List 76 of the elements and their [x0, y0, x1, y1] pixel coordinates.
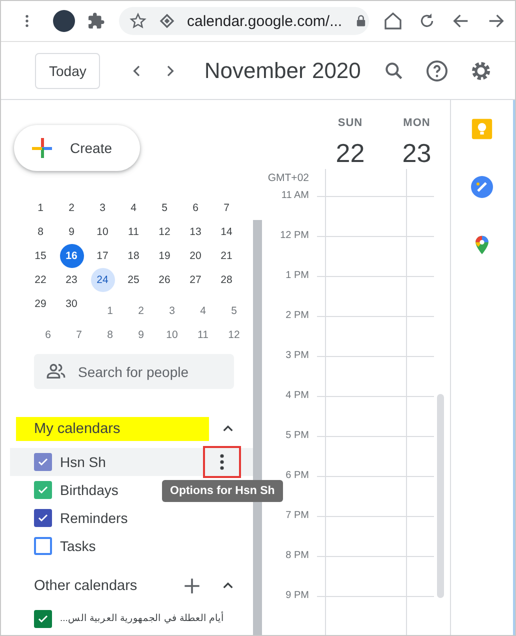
- time-label: 9 PM: [284, 590, 309, 602]
- search-field[interactable]: Search for people: [34, 354, 234, 389]
- calendar-day[interactable]: 5: [152, 196, 176, 220]
- time-label: 7 PM: [284, 510, 309, 522]
- calendar-day[interactable]: 18: [122, 244, 146, 268]
- calendar-day[interactable]: 16: [60, 244, 84, 268]
- time-label: 3 PM: [284, 350, 309, 362]
- date-label[interactable]: 22: [336, 138, 365, 169]
- calendar-day[interactable]: 26: [152, 268, 176, 292]
- time-label: 1 PM: [284, 270, 309, 282]
- calendar-day[interactable]: 11: [195, 323, 211, 347]
- calendar-row[interactable]: Tasks: [10, 532, 253, 560]
- calendar-day[interactable]: 14: [214, 220, 238, 244]
- time-label: 11 AM: [280, 190, 309, 202]
- time-label: 5 PM: [284, 430, 309, 442]
- calendar-day[interactable]: 17: [90, 244, 114, 268]
- calendar-day[interactable]: 3: [90, 196, 114, 220]
- time-label: 4 PM: [284, 390, 309, 402]
- time-label: 2 PM: [284, 310, 309, 322]
- calendar-day[interactable]: 24: [90, 268, 114, 292]
- calendar-day[interactable]: 11: [122, 220, 146, 244]
- month-title: November 2020: [204, 58, 361, 84]
- calendar-row[interactable]: Reminders: [10, 504, 253, 532]
- calendar-day[interactable]: 10: [164, 323, 180, 347]
- calendar-day[interactable]: 12: [226, 323, 242, 347]
- today-button[interactable]: Today: [35, 52, 100, 88]
- calendar-row[interactable]: أيام العطلة في الجمهورية العربية الس...: [10, 605, 253, 633]
- calendar-day[interactable]: 9: [60, 220, 84, 244]
- timezone-label: GMT+02: [266, 172, 309, 184]
- calendar-day[interactable]: 7: [71, 323, 87, 347]
- calendar-day[interactable]: 13: [184, 220, 208, 244]
- calendar-day[interactable]: 10: [90, 220, 114, 244]
- date-label[interactable]: 23: [402, 138, 432, 169]
- calendar-day[interactable]: 25: [122, 268, 146, 292]
- create-button[interactable]: Create: [14, 125, 140, 171]
- calendar-name: Birthdays: [60, 481, 118, 499]
- section-title: Other calendars: [33, 577, 138, 596]
- calendar-day[interactable]: 12: [152, 220, 176, 244]
- calendar-day[interactable]: 4: [122, 196, 146, 220]
- calendar-day[interactable]: 23: [60, 268, 84, 292]
- calendar-day[interactable]: 28: [214, 268, 238, 292]
- section-title: My calendars: [16, 417, 209, 441]
- calendar-name: Hsn Sh: [60, 453, 106, 471]
- calendar-day[interactable]: 6: [184, 196, 208, 220]
- time-label: 8 PM: [284, 550, 309, 562]
- calendar-name: Tasks: [60, 537, 96, 555]
- weekday-label: MON: [403, 117, 430, 129]
- tooltip: Options for Hsn Sh: [162, 480, 283, 502]
- calendar-day[interactable]: 19: [152, 244, 176, 268]
- weekday-label: SUN: [338, 117, 363, 129]
- calendar-day[interactable]: 27: [184, 268, 208, 292]
- calendar-day[interactable]: 29: [28, 292, 52, 316]
- calendar-name: Reminders: [60, 509, 128, 527]
- url-text: calendar.google.com/...: [187, 12, 342, 30]
- calendar-row[interactable]: Hsn Sh: [10, 448, 253, 476]
- time-label: 12 PM: [279, 230, 309, 242]
- time-label: 6 PM: [284, 470, 309, 482]
- calendar-name: أيام العطلة في الجمهورية العربية الس...: [60, 610, 224, 626]
- calendar-day[interactable]: 20: [184, 244, 208, 268]
- calendar-day[interactable]: 2: [60, 196, 84, 220]
- calendar-day[interactable]: 3: [164, 299, 180, 323]
- address-bar[interactable]: calendar.google.com/...: [119, 7, 369, 35]
- calendar-day[interactable]: 9: [133, 323, 149, 347]
- calendar-day[interactable]: 8: [102, 323, 118, 347]
- calendar-day[interactable]: 7: [214, 196, 238, 220]
- calendar-day[interactable]: 30: [60, 292, 84, 316]
- calendar-day[interactable]: 6: [40, 323, 56, 347]
- calendar-day[interactable]: 1: [102, 299, 118, 323]
- calendar-day[interactable]: 8: [28, 220, 52, 244]
- calendar-day[interactable]: 2: [133, 299, 149, 323]
- calendar-day[interactable]: 5: [226, 299, 242, 323]
- calendar-day[interactable]: 15: [28, 244, 52, 268]
- calendar-day[interactable]: 22: [28, 268, 52, 292]
- calendar-day[interactable]: 1: [28, 196, 52, 220]
- calendar-day[interactable]: 21: [214, 244, 238, 268]
- calendar-day[interactable]: 4: [195, 299, 211, 323]
